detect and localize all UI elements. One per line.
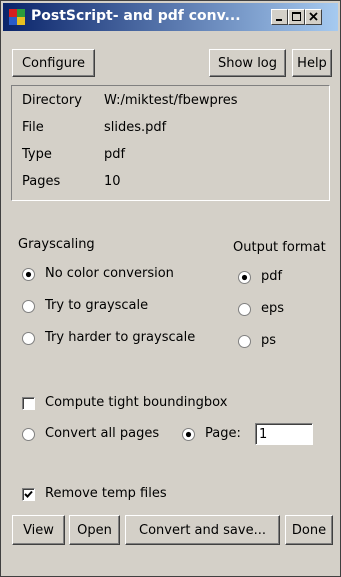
radio-ps[interactable] (238, 335, 251, 348)
minimize-icon (276, 19, 282, 21)
open-button[interactable]: Open (69, 515, 120, 545)
pages-label: Pages (22, 174, 61, 189)
radio-convert-all-pages[interactable] (22, 428, 35, 441)
pages-value: 10 (104, 174, 121, 189)
file-label: File (22, 120, 44, 135)
radio-pdf[interactable] (238, 271, 251, 284)
radio-try-grayscale[interactable] (22, 300, 35, 313)
show-log-button[interactable]: Show log (209, 49, 286, 77)
try-harder-grayscale-label[interactable]: Try harder to grayscale (45, 330, 195, 345)
radio-eps[interactable] (238, 303, 251, 316)
grayscaling-heading: Grayscaling (18, 237, 95, 252)
file-value: slides.pdf (104, 120, 167, 135)
try-grayscale-label[interactable]: Try to grayscale (45, 298, 148, 313)
help-button[interactable]: Help (292, 49, 332, 77)
window-title: PostScript- and pdf conv... (31, 8, 241, 24)
radio-no-color-conversion[interactable] (22, 268, 35, 281)
file-info-panel: Directory W:/miktest/fbewpres File slide… (11, 85, 330, 201)
remove-temp-checkbox[interactable] (22, 488, 35, 501)
radio-try-harder-grayscale[interactable] (22, 332, 35, 345)
type-label: Type (22, 147, 52, 162)
page-number-input[interactable] (255, 423, 313, 445)
app-icon (9, 9, 25, 25)
view-button[interactable]: View (12, 515, 65, 545)
pdf-label[interactable]: pdf (261, 269, 282, 284)
radio-page[interactable] (182, 428, 195, 441)
minimize-button[interactable] (271, 9, 288, 25)
checkmark-icon (24, 490, 33, 498)
close-icon (309, 12, 318, 21)
title-bar[interactable]: PostScript- and pdf conv... (3, 3, 338, 31)
converter-window: PostScript- and pdf conv... Configure Sh… (0, 0, 341, 577)
directory-label: Directory (22, 93, 82, 108)
convert-and-save-button[interactable]: Convert and save... (125, 515, 280, 545)
ps-label[interactable]: ps (261, 333, 276, 348)
output-format-heading: Output format (233, 240, 326, 255)
remove-temp-label[interactable]: Remove temp files (45, 486, 167, 501)
done-button[interactable]: Done (285, 515, 333, 545)
page-label[interactable]: Page: (205, 426, 241, 441)
convert-all-pages-label[interactable]: Convert all pages (45, 426, 159, 441)
type-value: pdf (104, 147, 126, 162)
maximize-icon (292, 12, 301, 21)
maximize-button[interactable] (288, 9, 305, 25)
eps-label[interactable]: eps (261, 301, 284, 316)
tight-boundingbox-label[interactable]: Compute tight boundingbox (45, 395, 227, 410)
no-color-conversion-label[interactable]: No color conversion (45, 266, 174, 281)
tight-boundingbox-checkbox[interactable] (22, 397, 35, 410)
configure-button[interactable]: Configure (12, 49, 95, 77)
close-button[interactable] (305, 9, 322, 25)
directory-value: W:/miktest/fbewpres (104, 93, 238, 108)
